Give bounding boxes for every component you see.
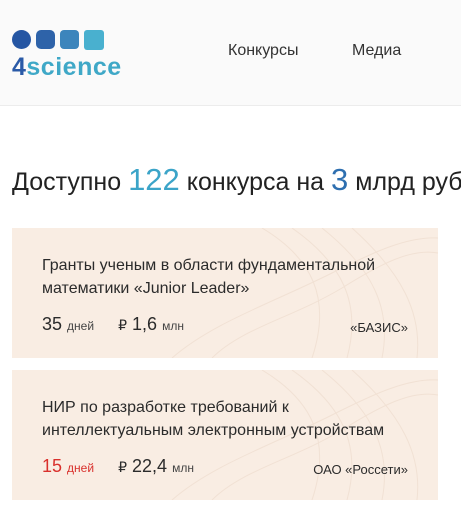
grant-sum-value: 1,6 [132, 314, 158, 334]
contest-organizer: ОАО «Россети» [313, 462, 408, 477]
contest-meta: 15 дней ₽ 22,4 млн [42, 456, 194, 477]
ruble-icon: ₽ [118, 317, 128, 333]
headline-prefix: Доступно [12, 168, 122, 196]
logo-wordmark: 4science [12, 53, 122, 81]
contest-title: НИР по разработке требований к интеллект… [42, 399, 385, 439]
logo-word: science [26, 53, 122, 81]
contest-meta: 35 дней ₽ 1,6 млн [42, 314, 184, 335]
total-amount: 3 [331, 162, 349, 197]
site-header: 4science Конкурсы Медиа [0, 0, 461, 106]
ruble-icon: ₽ [118, 459, 128, 475]
days-left-value: 35 [42, 314, 63, 334]
contest-organizer: «БАЗИС» [350, 320, 408, 335]
logo-mark-square-3 [60, 30, 79, 49]
headline-middle: конкурса на [186, 168, 325, 196]
nav-link-media[interactable]: Медиа [352, 42, 401, 60]
logo-mark-square-4 [84, 30, 104, 50]
logo-4science[interactable]: 4science [12, 30, 142, 85]
days-left-unit: дней [67, 461, 95, 475]
contest-title: Гранты ученым в области фундаментальной … [42, 257, 376, 297]
logo-digit: 4 [12, 53, 27, 81]
headline-suffix: млрд руб. [355, 168, 461, 196]
logo-mark-square-1 [12, 30, 31, 49]
contest-card[interactable]: НИР по разработке требований к интеллект… [12, 370, 438, 500]
contest-card[interactable]: Гранты ученым в области фундаментальной … [12, 228, 438, 358]
days-left-unit: дней [67, 319, 95, 333]
page-headline: Доступно 122 конкурса на 3 млрд руб. [12, 160, 461, 202]
grant-sum-unit: млн [162, 319, 184, 333]
grant-sum-value: 22,4 [132, 456, 168, 476]
grant-sum-unit: млн [172, 461, 194, 475]
nav-link-contests[interactable]: Конкурсы [228, 42, 298, 60]
contests-count: 122 [128, 162, 180, 197]
logo-mark-square-2 [36, 30, 55, 49]
days-left-value: 15 [42, 456, 63, 476]
